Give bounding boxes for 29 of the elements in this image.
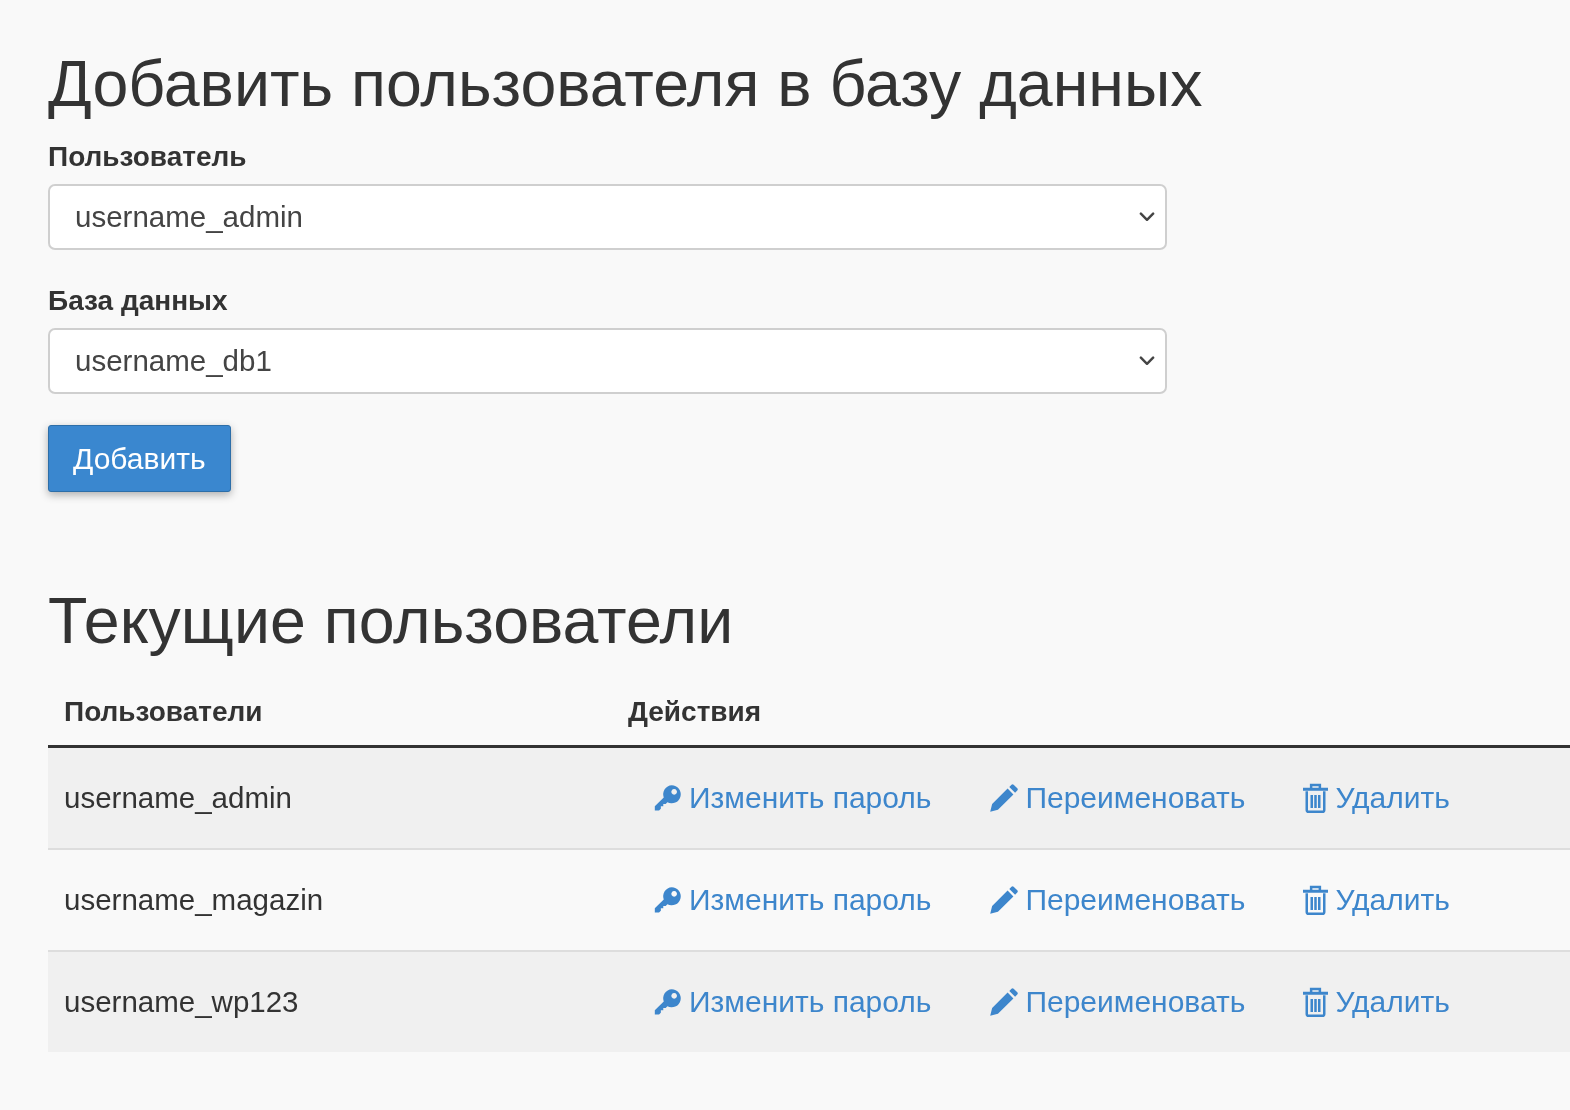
page-title: Добавить пользователя в базу данных [48, 47, 1204, 122]
chevron-down-icon [1139, 356, 1155, 366]
section-title: Текущие пользователи [48, 584, 735, 659]
field-label: База данных [48, 284, 228, 318]
trash-icon [1303, 783, 1329, 813]
rename-link[interactable]: Переименовать [989, 883, 1246, 917]
change-password-link[interactable]: Изменить пароль [653, 883, 932, 917]
pencil-icon [989, 987, 1019, 1017]
table-cell: username_admin [48, 746, 628, 849]
pencil-icon [989, 885, 1019, 915]
key-icon [653, 783, 682, 813]
delete-link[interactable]: Удалить [1303, 781, 1450, 815]
change-password-link[interactable]: Изменить пароль [653, 781, 932, 815]
pencil-icon [989, 783, 1019, 813]
table-cell: username_wp123 [48, 951, 628, 1052]
select-field[interactable]: username_db1 [48, 328, 1167, 394]
rename-link[interactable]: Переименовать [989, 985, 1246, 1019]
key-icon [653, 885, 682, 915]
select-field[interactable]: username_admin [48, 184, 1167, 250]
delete-link[interactable]: Удалить [1303, 883, 1450, 917]
key-icon [653, 987, 682, 1017]
rename-link[interactable]: Переименовать [989, 781, 1246, 815]
chevron-down-icon [1139, 212, 1155, 222]
field-label: Пользователь [48, 140, 247, 174]
trash-icon [1303, 987, 1329, 1017]
delete-link[interactable]: Удалить [1303, 985, 1450, 1019]
add-button[interactable]: Добавить [48, 425, 231, 492]
trash-icon [1303, 885, 1329, 915]
change-password-link[interactable]: Изменить пароль [653, 985, 932, 1019]
